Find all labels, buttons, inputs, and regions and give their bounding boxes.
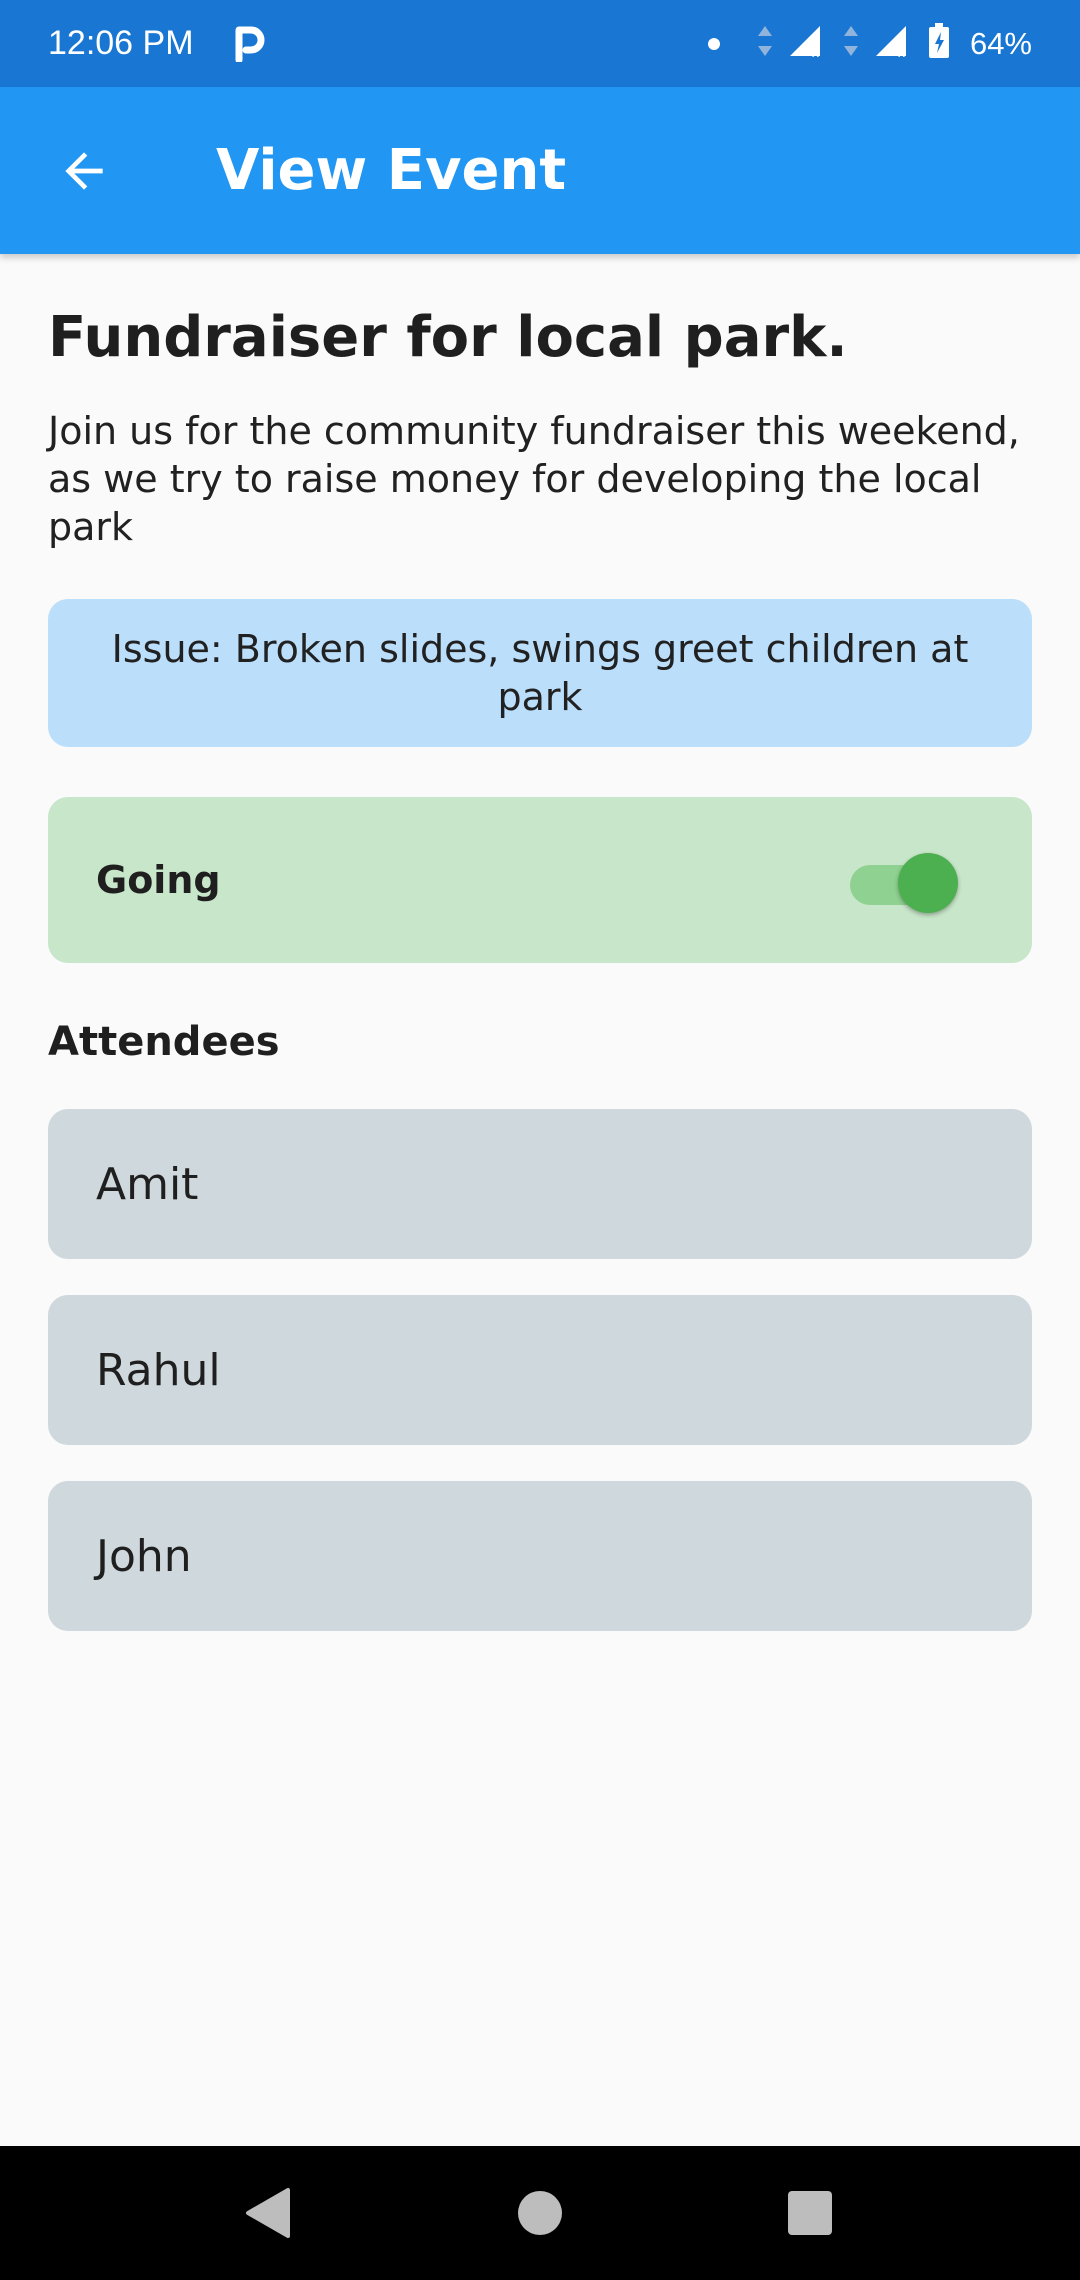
- nav-back-button[interactable]: [202, 2146, 332, 2280]
- toggle-thumb: [898, 853, 958, 914]
- status-icons: x x 64%: [707, 23, 1032, 64]
- event-title: Fundraiser for local park.: [48, 305, 848, 370]
- home-circle-icon: [518, 2191, 562, 2235]
- event-description: Join us for the community fundraiser thi…: [48, 409, 1020, 550]
- attendee-name: Rahul: [96, 1344, 221, 1396]
- system-nav-bar: [0, 2146, 1080, 2280]
- going-toggle[interactable]: [850, 850, 958, 914]
- issue-text: Issue: Broken slides, swings greet child…: [111, 627, 969, 720]
- attendees-heading: Attendees: [48, 1019, 280, 1066]
- going-row: Going: [48, 797, 1032, 964]
- app-bar: View Event: [0, 87, 1080, 254]
- status-time: 12:06 PM: [48, 24, 194, 62]
- arrow-back-icon: [65, 151, 103, 190]
- attendee-list: Amit Rahul John: [48, 1109, 1032, 1632]
- attendee-item[interactable]: John: [48, 1481, 1032, 1632]
- recents-square-icon: [788, 2191, 832, 2235]
- svg-text:x: x: [898, 44, 905, 58]
- nav-home-button[interactable]: [475, 2146, 605, 2280]
- attendee-item[interactable]: Rahul: [48, 1295, 1032, 1446]
- status-bar: 12:06 PM x x 64%: [0, 0, 1080, 87]
- nav-recents-button[interactable]: [745, 2146, 875, 2280]
- back-button[interactable]: [44, 131, 124, 211]
- attendee-item[interactable]: Amit: [48, 1109, 1032, 1260]
- battery-icon: [928, 23, 950, 64]
- issue-banner: Issue: Broken slides, swings greet child…: [48, 599, 1032, 748]
- attendee-name: John: [96, 1530, 192, 1582]
- back-triangle-icon: [246, 2188, 290, 2238]
- attendee-name: Amit: [96, 1158, 199, 1210]
- signal-icon: x: [788, 24, 828, 63]
- event-content: Fundraiser for local park. Join us for t…: [48, 254, 1032, 1667]
- going-label: Going: [96, 858, 221, 903]
- svg-text:x: x: [812, 44, 819, 58]
- data-arrows-icon-2: [842, 24, 860, 63]
- parking-icon: [234, 26, 266, 62]
- dot-icon: [707, 37, 720, 50]
- data-arrows-icon: [756, 24, 774, 63]
- battery-percent: 64%: [969, 25, 1032, 61]
- signal-icon-2: x: [874, 24, 914, 63]
- page-title: View Event: [216, 138, 567, 203]
